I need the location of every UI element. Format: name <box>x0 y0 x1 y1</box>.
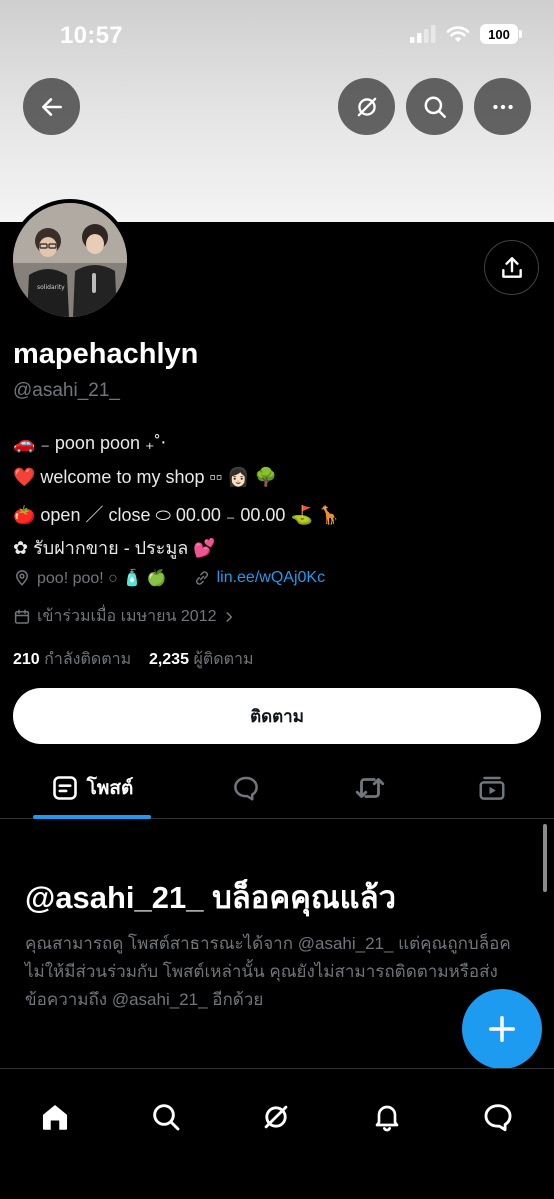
bio-line: ✿ รับฝากขาย - ประมูล 💕 <box>13 538 216 558</box>
nav-grok[interactable] <box>256 1097 296 1137</box>
link-icon <box>195 571 208 585</box>
following-count: 210 <box>13 651 40 668</box>
svg-text:solidarity: solidarity <box>37 284 65 291</box>
joined-date: เข้าร่วมเมื่อ เมษายน 2012 <box>37 608 217 625</box>
calendar-icon <box>14 609 30 624</box>
messages-icon <box>484 1104 512 1132</box>
nav-search[interactable] <box>146 1097 186 1137</box>
bio-line: 🚗 ₋ poon poon ₊˚‧ <box>13 433 167 453</box>
nav-notifications[interactable] <box>367 1097 407 1137</box>
wifi-icon <box>446 26 470 42</box>
reply-icon <box>234 776 258 801</box>
battery-indicator: 100 <box>480 24 522 44</box>
location-icon <box>15 570 29 586</box>
home-icon <box>42 1104 68 1130</box>
followers-label: ผู้ติดตาม <box>193 651 254 668</box>
user-handle: @asahi_21_ <box>13 380 120 401</box>
followers-link[interactable]: 2,235 ผู้ติดตาม <box>149 651 254 668</box>
following-label: กำลังติดตาม <box>44 651 132 668</box>
followers-count: 2,235 <box>148 651 189 668</box>
nav-home[interactable] <box>35 1097 75 1137</box>
tab-posts-label: โพสต์ <box>86 778 134 799</box>
profile-link[interactable]: lin.ee/wQAj0Kc <box>217 569 326 587</box>
grok-slash-icon <box>264 1105 288 1129</box>
following-link[interactable]: 210 กำลังติดตาม <box>13 651 131 668</box>
joined-row[interactable]: เข้าร่วมเมื่อ เมษายน 2012 <box>13 604 236 629</box>
search-icon <box>153 1104 180 1131</box>
blocked-title: @asahi_21_ บล็อคคุณแล้ว <box>25 880 396 915</box>
more-button[interactable] <box>474 78 531 135</box>
more-icon <box>492 104 513 109</box>
profile-meta-row: poo! poo! ○ 🧴 🍏 lin.ee/wQAj0Kc <box>13 568 325 588</box>
active-tab-indicator <box>33 815 151 819</box>
signal-icon <box>410 25 436 43</box>
status-bar: 10:57 100 <box>0 0 554 74</box>
location-text: poo! poo! ○ 🧴 🍏 <box>37 570 167 587</box>
profile-avatar[interactable]: solidarity <box>9 199 131 321</box>
search-button[interactable] <box>406 78 463 135</box>
search-icon <box>424 96 446 118</box>
compose-button[interactable] <box>462 989 542 1069</box>
tab-media[interactable] <box>468 757 516 819</box>
share-icon <box>501 256 522 278</box>
bio-line: ❤️ welcome to my shop ▫▫ 👩🏻 🌳 <box>13 467 278 487</box>
tab-posts[interactable]: โพสต์ <box>33 757 151 819</box>
grok-button[interactable] <box>338 78 395 135</box>
status-icons: 100 <box>410 24 522 44</box>
plus-icon <box>489 1016 515 1042</box>
battery-level: 100 <box>488 26 510 42</box>
repost-icon <box>355 778 385 798</box>
tab-reposts[interactable] <box>346 757 394 819</box>
bio-line: 🍅 open ／ close ⬭ 00.00 ₋ 00.00 ⛳ 🦒 <box>13 505 341 525</box>
posts-icon <box>52 776 77 800</box>
notifications-icon <box>375 1105 399 1132</box>
scrollbar[interactable] <box>543 824 547 892</box>
share-button[interactable] <box>484 240 539 295</box>
nav-messages[interactable] <box>478 1097 518 1137</box>
media-icon <box>479 776 505 800</box>
back-button[interactable] <box>23 78 80 135</box>
tab-replies[interactable] <box>222 757 270 819</box>
profile-tabs: โพสต์ <box>0 757 554 819</box>
bottom-nav <box>0 1068 554 1199</box>
back-arrow-icon <box>41 97 62 116</box>
avatar-photo: solidarity <box>13 203 127 317</box>
follow-counts: 210 กำลังติดตาม 2,235 ผู้ติดตาม <box>13 647 254 672</box>
display-name: mapehachlyn <box>13 338 199 370</box>
grok-slash-icon <box>357 97 376 116</box>
blocked-description: คุณสามารถดู โพสต์สาธารณะได้จาก @asahi_21… <box>25 934 511 1009</box>
status-time: 10:57 <box>60 22 123 49</box>
follow-button[interactable]: ติดตาม <box>13 688 541 744</box>
chevron-right-icon <box>226 611 233 622</box>
